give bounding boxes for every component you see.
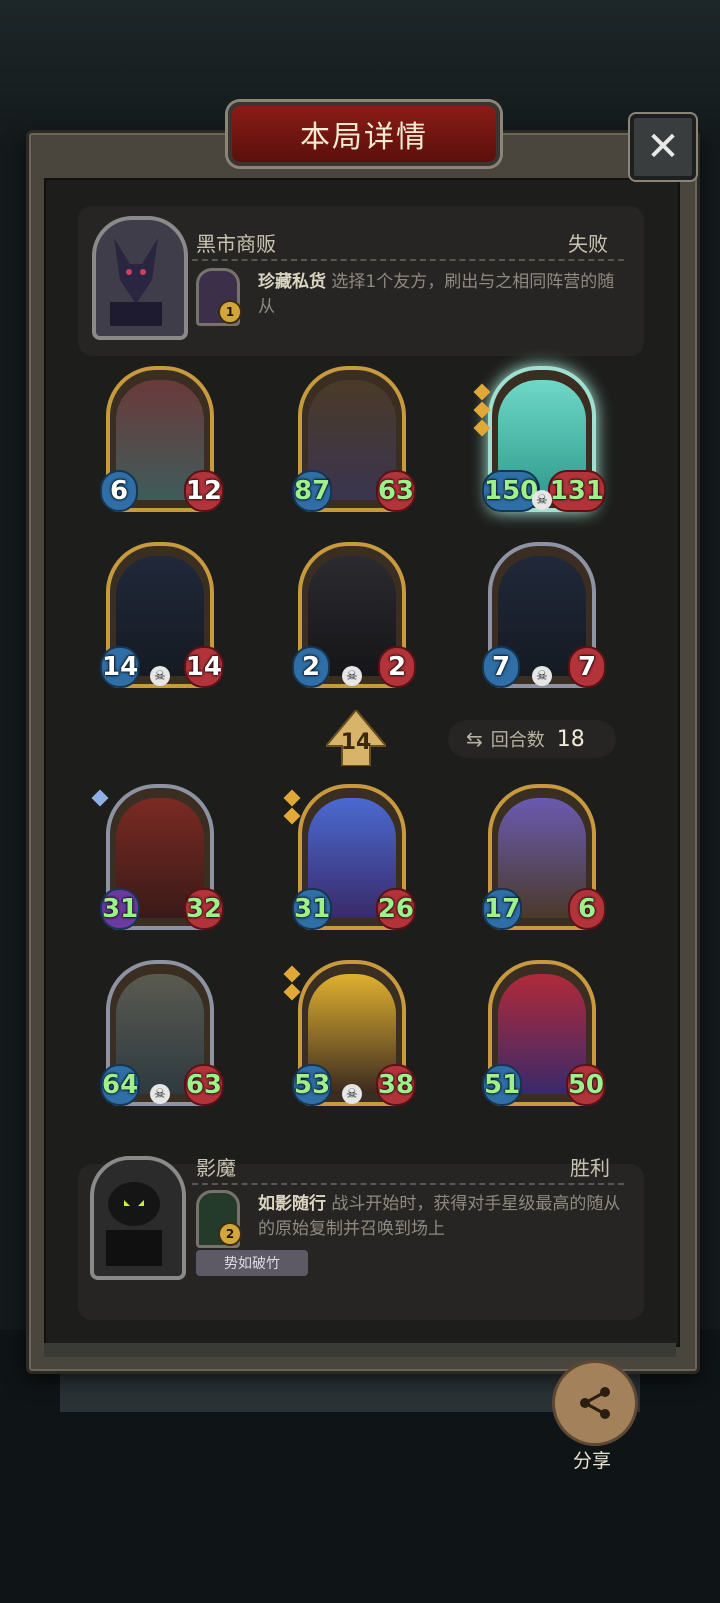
attack-stat: 51	[482, 1064, 523, 1106]
share-label: 分享	[572, 1450, 611, 1472]
opponent-hero-portrait[interactable]	[92, 216, 188, 340]
health-stat: 14	[183, 646, 224, 688]
rounds-label: 回合数	[490, 730, 545, 751]
close-button[interactable]: ✕	[630, 114, 696, 180]
minion-card[interactable]: 31 32	[91, 784, 224, 934]
rounds-badge: ⇆ 回合数 18	[448, 720, 616, 758]
minion-card[interactable]: 2 2 ☠	[292, 542, 416, 692]
opponent-name: 黑市商贩	[196, 232, 276, 256]
hero-power-level: 2	[218, 1222, 242, 1246]
attack-stat: 31	[100, 888, 141, 930]
skull-icon: ☠	[342, 666, 362, 686]
dialog-title: 本局详情	[300, 120, 428, 155]
attack-stat: 87	[292, 470, 333, 512]
divider	[192, 259, 624, 261]
attack-stat: 64	[100, 1064, 141, 1106]
attack-stat: 17	[482, 888, 523, 930]
health-stat: 131	[547, 470, 606, 512]
player-result: 胜利	[570, 1156, 610, 1180]
health-stat: 63	[183, 1064, 224, 1106]
skull-icon: ☠	[150, 1084, 170, 1104]
health-stat: 63	[375, 470, 416, 512]
share-icon	[580, 1387, 610, 1419]
tier-value: 14	[340, 729, 372, 755]
minion-card[interactable]: 150 131 ☠	[473, 366, 606, 516]
health-stat: 6	[568, 888, 606, 930]
attack-stat: 31	[292, 888, 333, 930]
refresh-icon: ⇆	[466, 727, 483, 751]
status-tag: 势如破竹	[196, 1250, 308, 1276]
hero-power-name: 珍藏私货	[258, 272, 326, 292]
health-stat: 12	[183, 470, 224, 512]
minion-card[interactable]: 14 14 ☠	[100, 542, 224, 692]
skull-icon: ☠	[150, 666, 170, 686]
dialog-bottom-border	[44, 1343, 676, 1357]
hero-power-level: 1	[218, 300, 242, 324]
tier-indicator: 14	[326, 710, 386, 766]
attack-stat: 2	[292, 646, 330, 688]
minion-card[interactable]: 31 26	[283, 784, 416, 934]
attack-stat: 150	[482, 470, 541, 512]
dialog-title-plate: 本局详情	[228, 102, 500, 166]
minion-card[interactable]: 6 12	[100, 366, 224, 516]
hero-power-description: 珍藏私货 选择1个友方，刷出与之相同阵营的随从	[258, 270, 618, 320]
minion-card[interactable]: 17 6	[482, 784, 606, 934]
skull-icon: ☠	[342, 1084, 362, 1104]
player-hero-portrait[interactable]	[90, 1156, 186, 1280]
attack-stat: 53	[292, 1064, 333, 1106]
close-icon: ✕	[646, 124, 680, 170]
health-stat: 26	[375, 888, 416, 930]
minion-card[interactable]: 51 50	[482, 960, 606, 1110]
health-stat: 7	[568, 646, 606, 688]
attack-stat: 14	[100, 646, 141, 688]
player-name: 影魔	[196, 1156, 236, 1180]
hero-power-description: 如影随行 战斗开始时，获得对手星级最高的随从的原始复制并召唤到场上	[258, 1192, 622, 1242]
share-button[interactable]	[552, 1360, 638, 1446]
minion-card[interactable]: 87 63	[292, 366, 416, 516]
hero-power-name: 如影随行	[258, 1194, 326, 1214]
health-stat: 2	[378, 646, 416, 688]
health-stat: 38	[375, 1064, 416, 1106]
health-stat: 32	[183, 888, 224, 930]
attack-stat: 6	[100, 470, 138, 512]
minion-card[interactable]: 7 7 ☠	[482, 542, 606, 692]
skull-icon: ☠	[532, 666, 552, 686]
rounds-value: 18	[556, 726, 585, 752]
health-stat: 50	[565, 1064, 606, 1106]
skull-icon: ☠	[532, 490, 552, 510]
minion-card[interactable]: 53 38 ☠	[283, 960, 416, 1110]
divider	[192, 1183, 624, 1185]
minion-card[interactable]: 64 63 ☠	[100, 960, 224, 1110]
attack-stat: 7	[482, 646, 520, 688]
opponent-result: 失败	[568, 232, 608, 256]
